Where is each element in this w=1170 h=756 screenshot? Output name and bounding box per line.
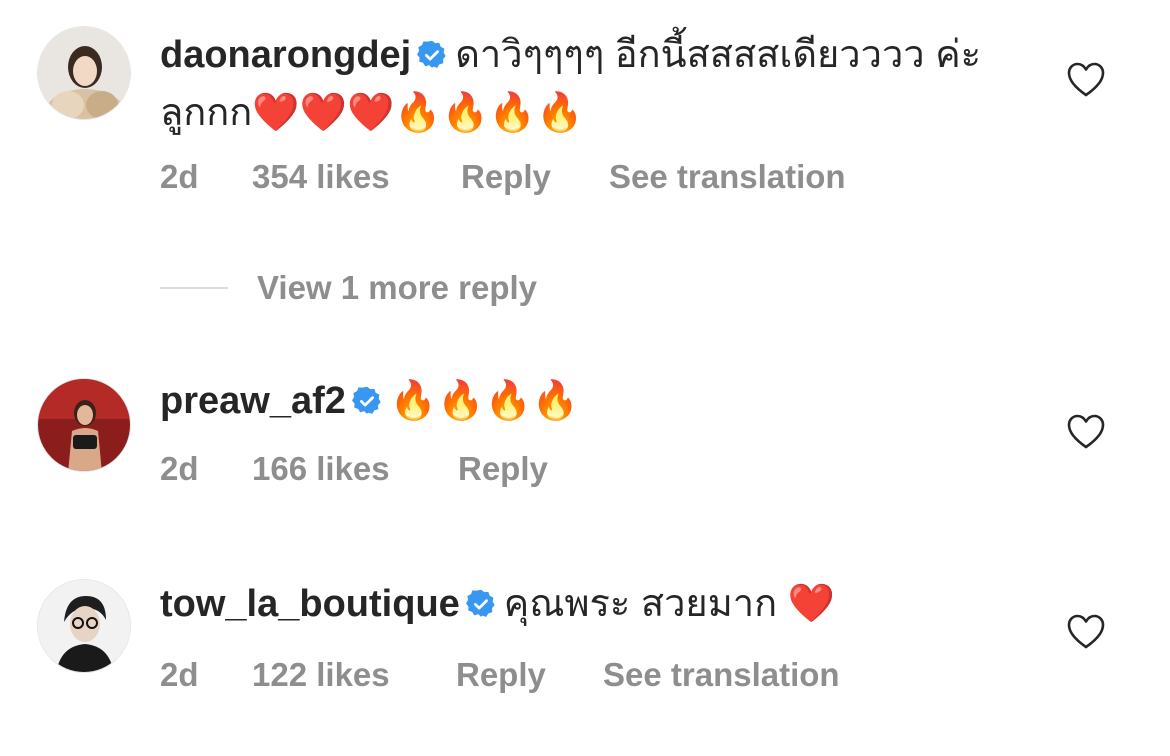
avatar[interactable] [37,378,131,472]
see-translation-button[interactable]: See translation [603,656,840,694]
comment-text: preaw_af2 🔥🔥🔥🔥 [160,372,1040,430]
heart-outline-icon [1067,414,1105,449]
username[interactable]: preaw_af2 [160,380,346,422]
view-more-replies-label[interactable]: View 1 more reply [257,266,537,310]
reply-button[interactable]: Reply [456,656,546,694]
likes-count[interactable]: 122 likes [252,656,390,694]
reply-button[interactable]: Reply [461,158,551,196]
avatar[interactable] [37,579,131,673]
divider-line [160,287,228,289]
timestamp[interactable]: 2d [160,158,199,196]
verified-badge-icon [417,40,447,70]
heart-outline-icon [1067,614,1105,649]
reply-button[interactable]: Reply [458,450,548,488]
verified-badge-icon [351,386,382,416]
likes-count[interactable]: 354 likes [252,158,390,196]
like-button[interactable] [1067,62,1105,98]
username[interactable]: tow_la_boutique [160,583,460,625]
like-button[interactable] [1067,414,1105,450]
heart-outline-icon [1067,62,1105,97]
see-translation-button[interactable]: See translation [609,158,846,196]
comment-text: daonarongdej ดาวิๆๆๆๆ อีกนี้สสสสเดียวววว … [160,26,1040,142]
avatar[interactable] [37,26,131,120]
like-button[interactable] [1067,614,1105,650]
username[interactable]: daonarongdej [160,34,411,76]
timestamp[interactable]: 2d [160,656,199,694]
comment-body: 🔥🔥🔥🔥 [389,380,580,422]
verified-badge-icon [465,589,496,619]
timestamp[interactable]: 2d [160,450,199,488]
likes-count[interactable]: 166 likes [252,450,390,488]
comment-text: tow_la_boutique คุณพระ สวยมาก ❤️ [160,575,1040,633]
comment-body: คุณพระ สวยมาก ❤️ [503,583,835,625]
